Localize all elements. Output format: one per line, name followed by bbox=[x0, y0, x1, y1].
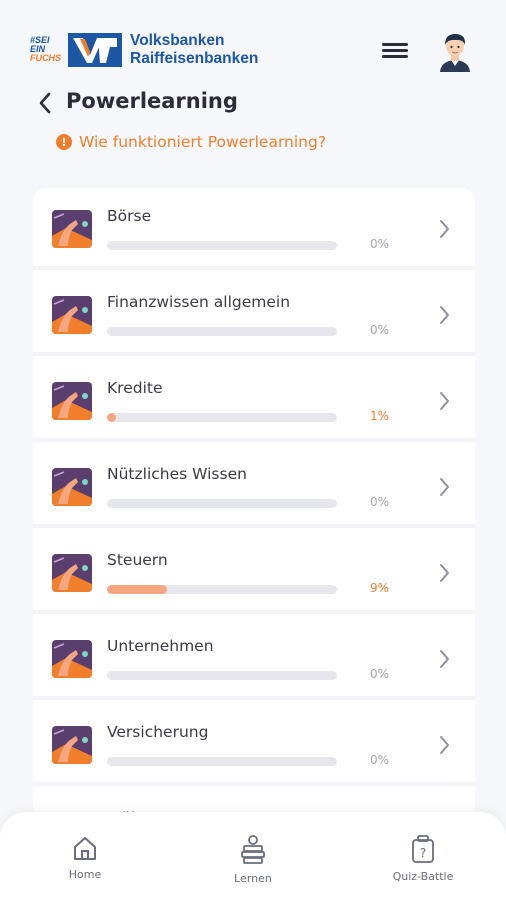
progress-bar bbox=[107, 413, 337, 422]
progress-percent: 0% bbox=[369, 237, 389, 251]
bank-name-line-1: Volksbanken bbox=[130, 32, 225, 49]
chevron-right-icon bbox=[440, 478, 449, 496]
topic-thumbnail bbox=[52, 210, 92, 248]
nav-lernen[interactable]: Lernen bbox=[198, 834, 308, 885]
chevron-right-icon bbox=[440, 392, 449, 410]
topic-row[interactable]: Nützliches Wissen 0% bbox=[33, 446, 475, 528]
nav-home[interactable]: Home bbox=[30, 834, 140, 881]
progress-bar bbox=[107, 671, 337, 680]
topic-row[interactable]: Steuern 9% bbox=[33, 532, 475, 614]
page-title: Powerlearning bbox=[66, 89, 238, 113]
topic-title: Kredite bbox=[107, 379, 163, 397]
topic-thumbnail bbox=[52, 382, 92, 420]
topic-title: Unternehmen bbox=[107, 637, 214, 655]
topic-thumbnail bbox=[52, 296, 92, 334]
progress-percent: 0% bbox=[369, 323, 389, 337]
nav-lernen-label: Lernen bbox=[234, 872, 272, 885]
progress-fill bbox=[107, 413, 117, 422]
chevron-right-icon bbox=[440, 564, 449, 582]
svg-text:?: ? bbox=[420, 846, 426, 860]
hamburger-menu-icon[interactable] bbox=[380, 40, 410, 64]
books-icon bbox=[241, 835, 265, 864]
bank-name-line-2: Raiffeisenbanken bbox=[130, 50, 259, 67]
chevron-right-icon bbox=[440, 650, 449, 668]
topic-title: Nützliches Wissen bbox=[107, 465, 247, 483]
progress-percent: 0% bbox=[369, 495, 389, 509]
topic-thumbnail bbox=[52, 468, 92, 506]
topic-thumbnail bbox=[52, 726, 92, 764]
topic-thumbnail bbox=[52, 554, 92, 592]
progress-percent: 9% bbox=[369, 581, 389, 595]
topic-title: Finanzwissen allgemein bbox=[107, 293, 291, 311]
progress-bar bbox=[107, 241, 337, 250]
progress-bar bbox=[107, 499, 337, 508]
back-chevron-left-icon[interactable] bbox=[36, 90, 56, 116]
chevron-right-icon bbox=[440, 220, 449, 238]
topic-row[interactable]: Kredite 1% bbox=[33, 360, 475, 442]
chevron-right-icon bbox=[440, 306, 449, 324]
chevron-right-icon bbox=[440, 736, 449, 754]
progress-bar bbox=[107, 327, 337, 336]
topic-row[interactable]: Börse 0% bbox=[33, 188, 475, 270]
topic-row[interactable]: Finanzwissen allgemein 0% bbox=[33, 274, 475, 356]
progress-bar bbox=[107, 757, 337, 766]
progress-percent: 0% bbox=[369, 667, 389, 681]
bottom-navigation: Home Lernen ? Quiz-Battle bbox=[0, 812, 506, 900]
bank-name: Volksbanken Raiffeisenbanken bbox=[130, 32, 258, 68]
vr-bank-logo bbox=[68, 33, 122, 67]
progress-percent: 1% bbox=[369, 409, 389, 423]
progress-bar bbox=[107, 585, 337, 594]
how-it-works-text: Wie funktioniert Powerlearning? bbox=[79, 133, 327, 151]
user-avatar[interactable] bbox=[436, 30, 474, 72]
topic-list: Börse 0% Finanzwissen allgemein 0% Kredi… bbox=[33, 188, 475, 818]
sei-ein-fuchs-logo: #SEI EIN FUCHS bbox=[30, 36, 66, 66]
quiz-icon: ? bbox=[412, 835, 434, 863]
hashtag-line-3: FUCHS bbox=[30, 53, 61, 63]
app-header: #SEI EIN FUCHS Volksbanken Raiffeisenban… bbox=[0, 0, 506, 84]
home-icon bbox=[74, 837, 96, 860]
topic-title: Steuern bbox=[107, 551, 168, 569]
progress-percent: 0% bbox=[369, 753, 389, 767]
topic-row[interactable]: Versicherung 0% bbox=[33, 704, 475, 786]
topic-title: Börse bbox=[107, 207, 152, 225]
nav-home-label: Home bbox=[68, 868, 102, 881]
how-it-works-link[interactable]: ! Wie funktioniert Powerlearning? bbox=[56, 133, 326, 151]
info-icon: ! bbox=[56, 134, 72, 150]
topic-thumbnail bbox=[52, 640, 92, 678]
topic-row[interactable]: Unternehmen 0% bbox=[33, 618, 475, 700]
nav-quiz-battle-label: Quiz-Battle bbox=[392, 870, 454, 883]
nav-quiz-battle[interactable]: ? Quiz-Battle bbox=[368, 834, 478, 883]
topic-title: Versicherung bbox=[107, 723, 209, 741]
progress-fill bbox=[107, 585, 168, 594]
